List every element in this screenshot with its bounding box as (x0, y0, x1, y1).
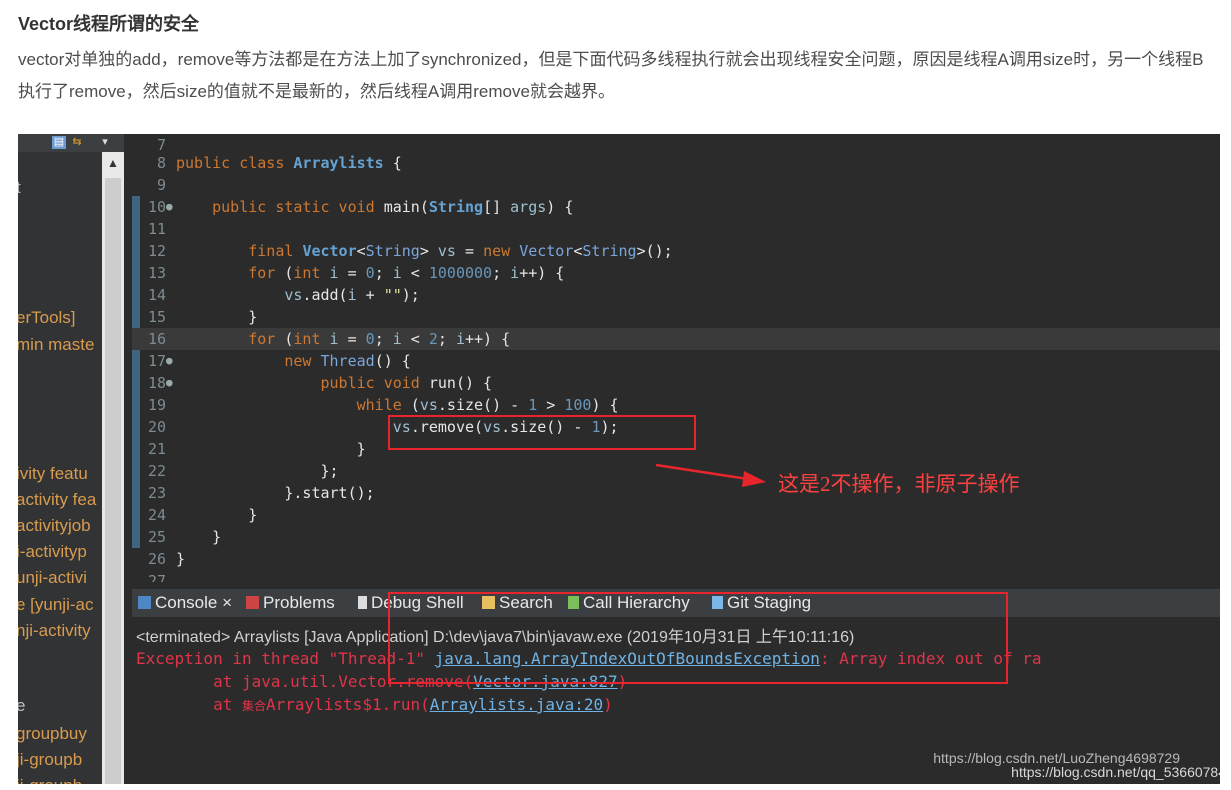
line-number: 25 (147, 528, 166, 546)
code-line[interactable]: 13 for (int i = 0; i < 1000000; i++) { (132, 262, 1220, 284)
line-number: 12 (147, 242, 166, 260)
article: Vector线程所谓的安全 vector对单独的add，remove等方法都是在… (18, 10, 1218, 108)
line-number: 26 (147, 550, 166, 568)
code-editor[interactable]: 7 8 public class Arraylists { 9 10 ● publi… (132, 134, 1220, 582)
stack-trace-link[interactable]: Arraylists.java:20 (430, 695, 603, 714)
annotation-text: 这是2不操作，非原子操作 (778, 472, 1020, 496)
list-item[interactable]: ji-groupb (18, 750, 82, 770)
code-line[interactable]: 15 } (132, 306, 1220, 328)
code-line[interactable]: 10 ● public static void main(String[] arg… (132, 196, 1220, 218)
list-item[interactable]: t (18, 178, 21, 198)
watermark: https://blog.csdn.net/qq_53660784 (1011, 764, 1220, 780)
code-line[interactable]: 8 public class Arraylists { (132, 152, 1220, 174)
fold-toggle-icon[interactable]: ● (166, 372, 173, 394)
line-number: 18 (147, 374, 166, 392)
line-number: 22 (147, 462, 166, 480)
code-line[interactable]: 27 (132, 570, 1220, 582)
line-number: 15 (147, 308, 166, 326)
link-editor-icon[interactable]: ⇆ (70, 136, 84, 149)
line-number: 21 (147, 440, 166, 458)
list-item[interactable]: min maste (18, 335, 94, 355)
fold-toggle-icon[interactable]: ● (166, 196, 173, 218)
list-item[interactable]: activityjob (18, 516, 91, 536)
line-number: 17 (147, 352, 166, 370)
package-explorer-toolbar: ▤ ⇆ ▾ (18, 134, 124, 152)
code-line[interactable]: 24 } (132, 504, 1220, 526)
code-line[interactable]: 18 ● public void run() { (132, 372, 1220, 394)
problems-icon (246, 596, 259, 609)
line-number: 24 (147, 506, 166, 524)
line-number: 13 (147, 264, 166, 282)
list-item[interactable]: e (18, 696, 25, 716)
close-icon[interactable]: × (222, 593, 232, 612)
line-number: 16 (147, 330, 166, 348)
line-number: 27 (147, 572, 166, 582)
stack-trace-line: at 集合Arraylists$1.run(Arraylists.java:20… (136, 695, 613, 714)
code-line[interactable]: 12 final Vector<String> vs = new Vector<… (132, 240, 1220, 262)
highlight-box-exception (388, 592, 1008, 684)
debug-shell-icon (358, 596, 367, 609)
list-item[interactable]: i-activityp (18, 542, 87, 562)
line-number: 14 (147, 286, 166, 304)
code-line[interactable]: 11 (132, 218, 1220, 240)
ide-screenshot: ▤ ⇆ ▾ t erTools] min maste ivity featu a… (18, 134, 1220, 784)
code-line[interactable]: 14 vs.add(i + ""); (132, 284, 1220, 306)
tab-console[interactable]: Console × (138, 593, 232, 613)
fold-toggle-icon[interactable]: ● (166, 350, 173, 372)
line-number: 11 (147, 220, 166, 238)
line-number: 19 (147, 396, 166, 414)
code-line[interactable]: 26} (132, 548, 1220, 570)
package-explorer-scrollbar[interactable]: ▲ (102, 152, 124, 784)
code-line[interactable]: 25 } (132, 526, 1220, 548)
highlight-box-remove-call (388, 415, 696, 450)
view-menu-chevron-down-icon[interactable]: ▾ (98, 136, 112, 149)
line-number: 8 (156, 154, 166, 172)
scroll-up-chevron-icon[interactable]: ▲ (102, 154, 124, 172)
line-number: 10 (147, 198, 166, 216)
line-number: 9 (156, 176, 166, 194)
scroll-thumb[interactable] (105, 178, 121, 784)
list-item[interactable]: groupbuy (18, 724, 87, 744)
code-line[interactable]: 17 ● new Thread() { (132, 350, 1220, 372)
package-explorer: ▤ ⇆ ▾ t erTools] min maste ivity featu a… (18, 134, 124, 784)
list-item[interactable]: erTools] (18, 308, 76, 328)
line-number: 20 (147, 418, 166, 436)
code-line[interactable]: 19 while (vs.size() - 1 > 100) { (132, 394, 1220, 416)
list-item[interactable]: nji-activity (18, 621, 91, 641)
list-item[interactable]: activity fea (18, 490, 96, 510)
list-item[interactable]: ji-groupb (18, 776, 82, 784)
article-paragraph: vector对单独的add，remove等方法都是在方法上加了synchroni… (18, 50, 1204, 101)
article-heading: Vector线程所谓的安全 (18, 14, 200, 34)
annotation-arrow-icon (655, 463, 766, 487)
collapse-all-icon[interactable]: ▤ (52, 136, 66, 149)
code-line[interactable]: 9 (132, 174, 1220, 196)
list-item[interactable]: ivity featu (18, 464, 88, 484)
console-icon (138, 596, 151, 609)
tab-problems[interactable]: Problems (246, 593, 335, 613)
list-item[interactable]: e [yunji-ac (18, 595, 93, 615)
list-item[interactable]: unji-activi (18, 568, 87, 588)
code-line[interactable]: 16 for (int i = 0; i < 2; i++) { (132, 328, 1220, 350)
line-number: 23 (147, 484, 166, 502)
